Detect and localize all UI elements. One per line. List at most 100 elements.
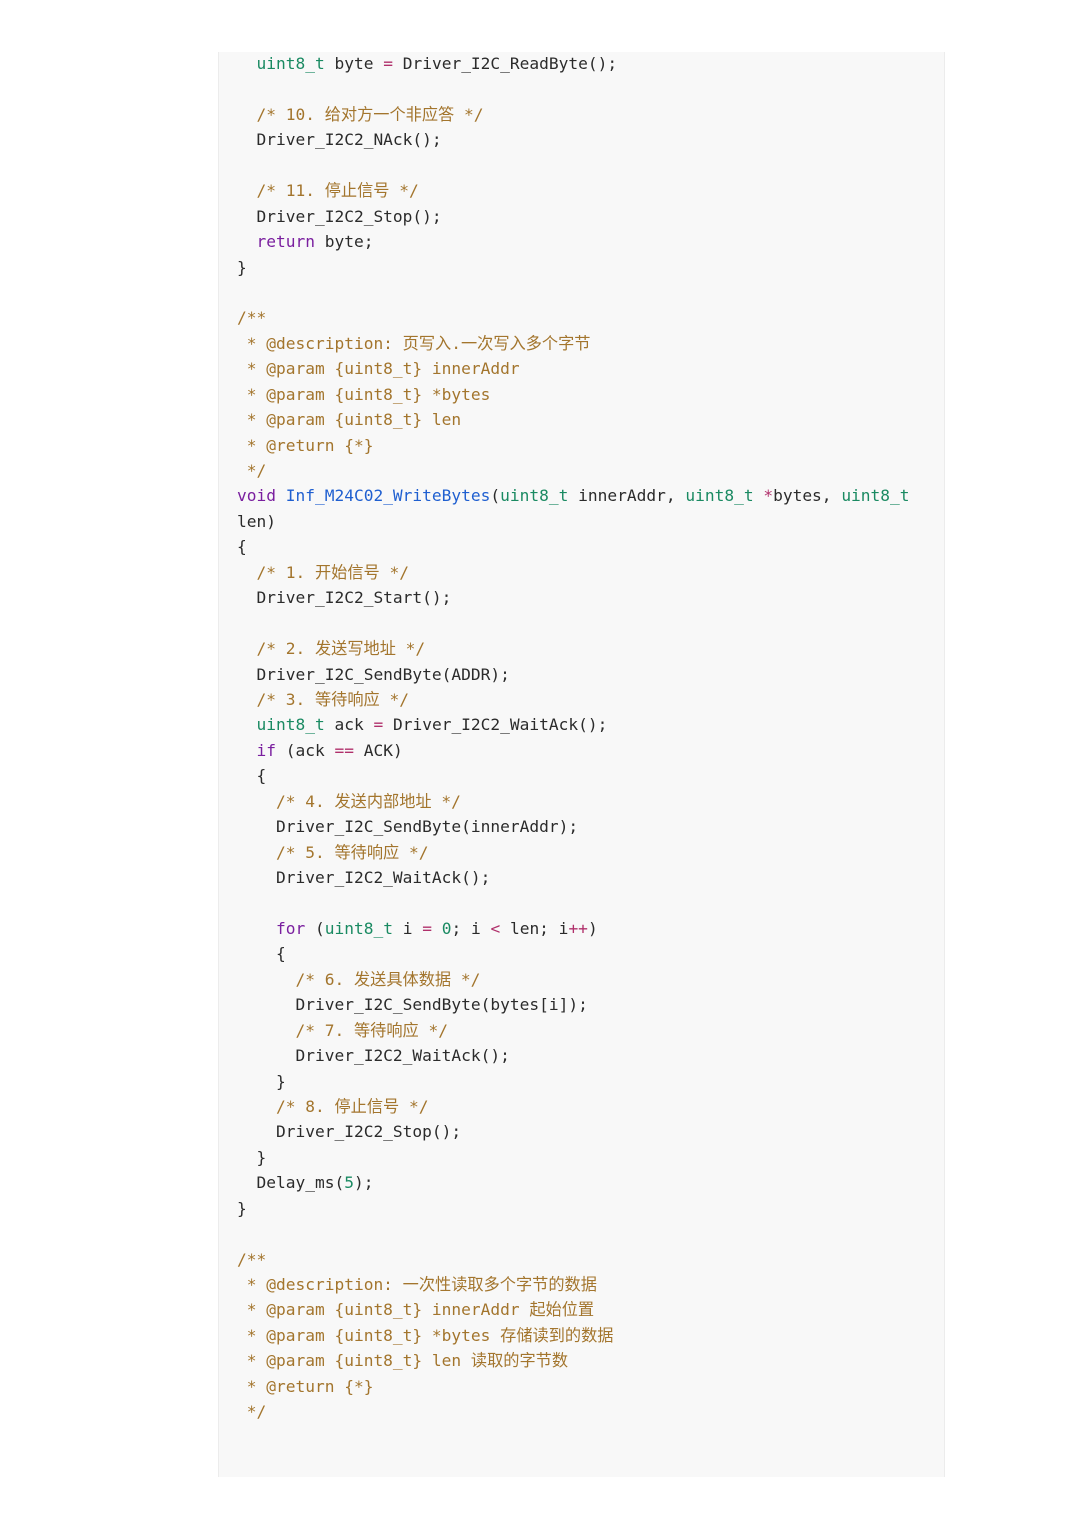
code-line: } — [237, 1196, 910, 1221]
code-token: uint8_t — [841, 486, 910, 506]
code-token: ) — [587, 918, 598, 938]
code-token: Driver_I2C2_NAck(); — [237, 130, 442, 150]
code-line: * @param {uint8_t} len 读取的字节数 — [237, 1348, 910, 1373]
code-token: Driver_I2C2_WaitAck(); — [383, 715, 608, 735]
code-token: /* 5. 等待响应 */ — [275, 842, 429, 862]
code-token: uint8_t — [324, 918, 393, 938]
code-token: return — [256, 232, 315, 252]
code-line: { — [237, 763, 910, 788]
code-line: */ — [237, 458, 910, 483]
code-token: /* 8. 停止信号 */ — [275, 1096, 429, 1116]
code-token: void — [237, 486, 276, 506]
code-line: /* 5. 等待响应 */ — [237, 840, 910, 865]
code-line: * @param {uint8_t} *bytes 存储读到的数据 — [237, 1323, 910, 1348]
code-token: = — [383, 54, 393, 73]
code-token: == — [334, 740, 354, 760]
code-line: if (ack == ACK) — [237, 738, 910, 763]
code-line: Driver_I2C2_WaitAck(); — [237, 865, 910, 890]
code-token: byte; — [314, 232, 374, 252]
code-token: * @param {uint8_t} len — [237, 410, 462, 430]
code-token: { — [237, 944, 286, 964]
code-token: ); — [353, 1173, 374, 1193]
code-token: { — [237, 766, 267, 786]
code-line: /* 6. 发送具体数据 */ — [237, 967, 910, 992]
code-token: * @description: 一次性读取多个字节的数据 — [237, 1275, 597, 1294]
code-token: Driver_I2C2_Stop(); — [237, 206, 442, 226]
code-line: * @return {*} — [237, 433, 910, 458]
code-token: } — [237, 1198, 247, 1218]
code-line: len) — [237, 509, 910, 534]
code-line: * @param {uint8_t} innerAddr — [237, 356, 910, 381]
code-token: * @return {*} — [237, 1376, 374, 1396]
code-token: * @param {uint8_t} innerAddr — [237, 359, 520, 379]
code-token: /** — [237, 308, 267, 328]
code-token: len) — [237, 511, 276, 531]
code-token: Driver_I2C2_Stop(); — [237, 1122, 462, 1142]
code-token: Driver_I2C2_WaitAck(); — [237, 1046, 510, 1066]
code-token: * @description: 页写入.一次写入多个字节 — [237, 333, 591, 353]
code-token: Driver_I2C2_Start(); — [237, 588, 452, 608]
code-token: /* 1. 开始信号 */ — [256, 562, 409, 582]
code-line: for (uint8_t i = 0; i < len; i++) — [237, 916, 910, 941]
code-token: ack — [324, 715, 374, 735]
code-line: Driver_I2C2_WaitAck(); — [237, 1043, 910, 1068]
code-line: } — [237, 1145, 910, 1170]
code-line: { — [237, 941, 910, 966]
code-line: uint8_t byte = Driver_I2C_ReadByte(); — [237, 51, 910, 76]
code-token: bytes, — [773, 486, 842, 506]
code-token: /* 10. 给对方一个非应答 */ — [256, 104, 484, 124]
code-token: Inf_M24C02_WriteBytes — [285, 486, 491, 506]
code-token: Driver_I2C2_WaitAck(); — [237, 868, 491, 887]
code-token: /* 4. 发送内部地址 */ — [275, 791, 461, 811]
code-line: * @return {*} — [237, 1374, 910, 1399]
code-token: ( — [490, 486, 501, 506]
code-line: return byte; — [237, 229, 910, 254]
code-token: /* 3. 等待响应 */ — [256, 689, 409, 709]
code-token: /* 6. 发送具体数据 */ — [295, 969, 481, 989]
code-token: * @param {uint8_t} len 读取的字节数 — [237, 1351, 569, 1371]
code-line: * @param {uint8_t} innerAddr 起始位置 — [237, 1297, 910, 1322]
code-token: /* 11. 停止信号 */ — [256, 181, 419, 201]
code-token: if — [256, 740, 277, 760]
code-line: * @param {uint8_t} *bytes — [237, 382, 910, 407]
code-token: Driver_I2C_SendByte(ADDR); — [237, 664, 510, 684]
code-token: = — [422, 918, 432, 938]
code-line: * @description: 页写入.一次写入多个字节 — [237, 331, 910, 356]
code-token: * @param {uint8_t} *bytes — [237, 384, 491, 404]
code-line: /* 10. 给对方一个非应答 */ — [237, 102, 910, 127]
code-token: */ — [237, 461, 267, 480]
code-token: innerAddr, — [568, 486, 686, 506]
code-token: * @param {uint8_t} innerAddr 起始位置 — [237, 1300, 595, 1320]
code-token: /* 7. 等待响应 */ — [295, 1020, 448, 1040]
code-token: ++ — [568, 918, 588, 938]
code-token: Driver_I2C_SendByte(bytes[i]); — [237, 995, 588, 1015]
code-line: /** — [237, 305, 910, 330]
code-token: Delay_ms( — [237, 1173, 345, 1193]
code-line: /* 1. 开始信号 */ — [237, 560, 910, 585]
code-line: void Inf_M24C02_WriteBytes( uint8_t inner… — [237, 483, 910, 508]
code-line: * @description: 一次性读取多个字节的数据 — [237, 1272, 910, 1297]
code-line: /* 8. 停止信号 */ — [237, 1094, 910, 1119]
code-line: */ — [237, 1399, 910, 1424]
code-line: } — [237, 1069, 910, 1094]
code-token: Driver_I2C_ReadByte(); — [392, 54, 618, 73]
code-token: uint8_t — [256, 715, 325, 735]
